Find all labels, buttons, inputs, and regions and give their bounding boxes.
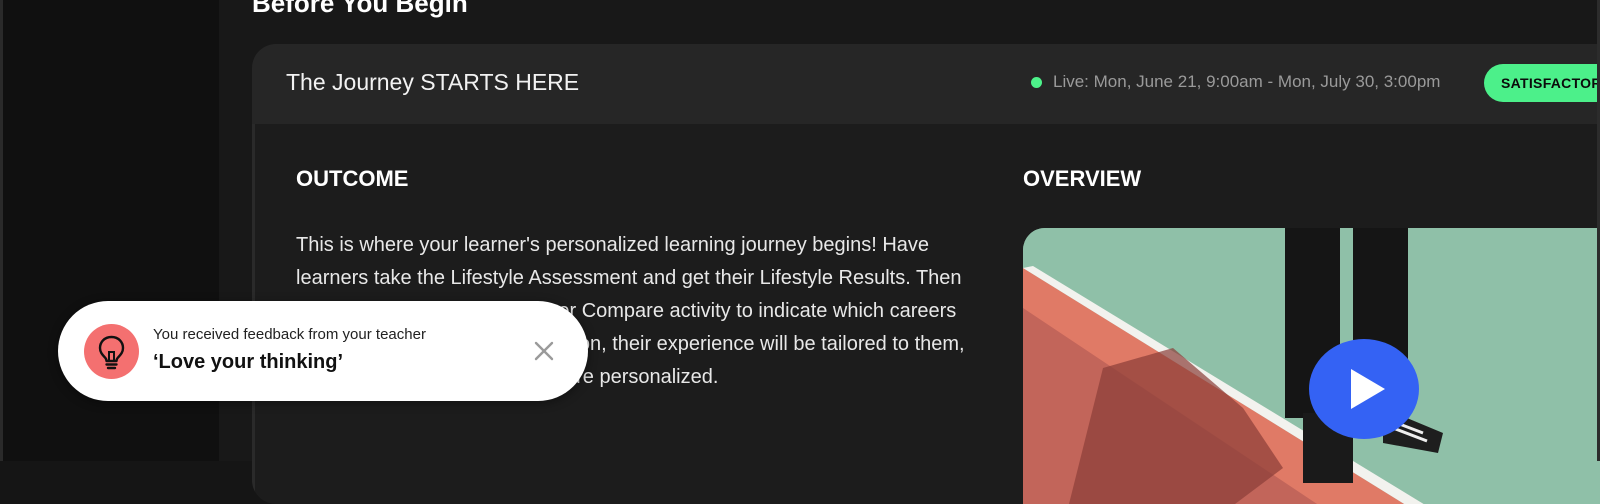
lightbulb-icon [98,335,125,370]
left-rail-edge [0,0,3,461]
feedback-message: ‘Love your thinking’ [153,351,344,373]
overview-heading: OVERVIEW [1023,166,1142,191]
feedback-toast: You received feedback from your teacher … [58,301,588,401]
live-schedule-text: Live: Mon, June 21, 9:00am - Mon, July 3… [1053,72,1441,91]
play-icon [1351,369,1385,409]
video-play-button[interactable] [1309,339,1419,439]
live-status-dot [1031,77,1042,88]
card-title: The Journey STARTS HERE [286,69,580,95]
close-icon[interactable] [532,339,556,363]
status-badge: SATISFACTOR [1484,64,1600,102]
feedback-icon-circle [84,324,139,379]
feedback-caption: You received feedback from your teacher [153,326,426,343]
section-heading: Before You Begin [252,0,468,18]
outcome-heading: OUTCOME [296,166,409,191]
card-header: The Journey STARTS HERE Live: Mon, June … [252,44,1600,124]
